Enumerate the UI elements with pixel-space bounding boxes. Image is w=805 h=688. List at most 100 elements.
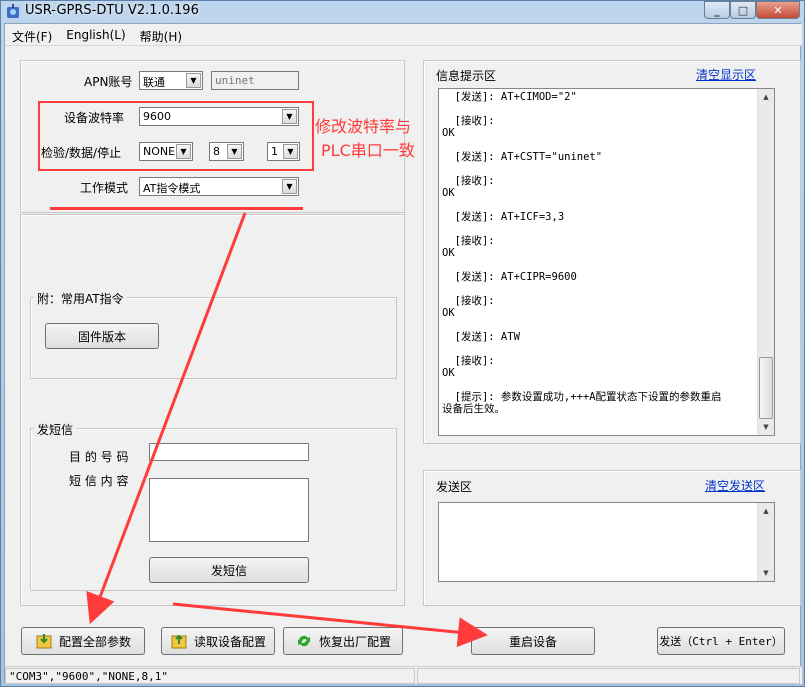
apn-carrier-value: 联通 (143, 76, 165, 89)
restart-device-button[interactable]: 重启设备 (471, 627, 595, 655)
read-config-button[interactable]: 读取设备配置 (161, 627, 275, 655)
sms-number-input[interactable] (149, 443, 309, 461)
parity-value: NONE (143, 145, 176, 158)
chevron-down-icon: ▼ (282, 109, 297, 124)
log-line: 设备后生效。 (442, 403, 505, 415)
log-content: [发送]: AT+CIMOD="2" [接收]: OK [发送]: AT+CSTT… (442, 91, 758, 415)
window-title: USR-GPRS-DTU V2.1.0.196 (25, 3, 199, 18)
menu-bar: 文件(F) English(L) 帮助(H) (5, 24, 802, 46)
title-bar[interactable]: USR-GPRS-DTU V2.1.0.196 _ □ ✕ (1, 1, 805, 23)
log-scrollbar[interactable]: ▲ ▼ (757, 89, 774, 435)
scroll-down-icon[interactable]: ▼ (758, 419, 774, 435)
annotation-line1: 修改波特率与 (315, 117, 412, 136)
chevron-down-icon: ▼ (282, 179, 297, 194)
import-icon (36, 634, 52, 649)
log-line: [接收]: (442, 115, 495, 127)
config-all-button[interactable]: 配置全部参数 (21, 627, 145, 655)
mode-select[interactable]: AT指令模式 ▼ (139, 177, 299, 196)
stopbits-value: 1 (271, 145, 278, 158)
parity-select[interactable]: NONE ▼ (139, 142, 193, 161)
databits-value: 8 (213, 145, 220, 158)
send-sms-button[interactable]: 发短信 (149, 557, 309, 583)
log-line: [接收]: (442, 235, 495, 247)
scroll-down-icon[interactable]: ▼ (758, 565, 774, 581)
baud-value: 9600 (143, 110, 171, 123)
baud-select[interactable]: 9600 ▼ (139, 107, 299, 126)
scroll-up-icon[interactable]: ▲ (758, 503, 774, 519)
sms-content-label: 短 信 内 容 (69, 474, 129, 488)
restore-factory-button[interactable]: 恢复出厂配置 (283, 627, 403, 655)
config-all-label: 配置全部参数 (58, 634, 131, 649)
menu-help[interactable]: 帮助(H) (133, 24, 189, 46)
mode-label: 工作模式 (80, 181, 129, 195)
chevron-down-icon: ▼ (227, 144, 242, 159)
annotation-line2: PLC串口一致 (321, 141, 415, 160)
info-log[interactable]: [发送]: AT+CIMOD="2" [接收]: OK [发送]: AT+CSTT… (438, 88, 775, 436)
log-line: [提示]: 参数设置成功,+++A配置状态下设置的参数重启 (442, 391, 722, 403)
chevron-down-icon: ▼ (176, 144, 191, 159)
maximize-button[interactable]: □ (730, 1, 756, 19)
minimize-button[interactable]: _ (704, 1, 730, 19)
log-line: OK (442, 187, 455, 199)
log-line: OK (442, 247, 455, 259)
log-line: [接收]: (442, 355, 495, 367)
databits-select[interactable]: 8 ▼ (209, 142, 244, 161)
clear-send-link[interactable]: 清空发送区 (705, 477, 765, 494)
log-line: OK (442, 307, 455, 319)
stopbits-select[interactable]: 1 ▼ (267, 142, 300, 161)
mode-value: AT指令模式 (143, 182, 201, 195)
at-commands-title: 附：常用AT指令 (34, 290, 127, 307)
log-line: [接收]: (442, 295, 495, 307)
menu-file[interactable]: 文件(F) (5, 24, 59, 46)
export-icon (171, 634, 187, 649)
send-title: 发送区 (436, 480, 473, 494)
log-line: OK (442, 367, 455, 379)
client-area: 文件(F) English(L) 帮助(H) APN账号 联通 ▼ uninet … (4, 23, 802, 684)
menu-english[interactable]: English(L) (59, 24, 132, 46)
send-button[interactable]: 发送（Ctrl + Enter） (657, 627, 785, 655)
apn-label: APN账号 (84, 75, 133, 89)
read-config-label: 读取设备配置 (193, 634, 266, 649)
sms-title: 发短信 (34, 421, 77, 438)
info-title: 信息提示区 (436, 69, 497, 83)
refresh-icon (297, 635, 310, 647)
sms-number-label: 目 的 号 码 (69, 450, 129, 464)
clear-display-link[interactable]: 清空显示区 (696, 66, 756, 83)
close-button[interactable]: ✕ (756, 1, 800, 19)
status-pane-2 (417, 668, 800, 684)
apn-carrier-select[interactable]: 联通 ▼ (139, 71, 203, 90)
log-line: OK (442, 127, 455, 139)
log-line: [发送]: AT+CIMOD="2" (442, 91, 577, 103)
sms-content-input[interactable] (149, 478, 309, 542)
status-text: "COM3","9600","NONE,8,1" (5, 668, 415, 684)
log-line: [接收]: (442, 175, 495, 187)
chevron-down-icon: ▼ (186, 73, 201, 88)
status-bar: "COM3","9600","NONE,8,1" (5, 666, 802, 684)
firmware-version-button[interactable]: 固件版本 (45, 323, 159, 349)
app-icon (7, 4, 19, 18)
apn-input[interactable]: uninet (211, 71, 299, 90)
log-line: [发送]: ATW (442, 331, 520, 343)
send-scrollbar[interactable]: ▲ ▼ (757, 503, 774, 581)
mode-underline (50, 207, 303, 210)
scroll-up-icon[interactable]: ▲ (758, 89, 774, 105)
chevron-down-icon: ▼ (283, 144, 298, 159)
send-input[interactable]: ▲ ▼ (438, 502, 775, 582)
restore-factory-label: 恢复出厂配置 (318, 634, 391, 649)
log-line: [发送]: AT+ICF=3,3 (442, 211, 565, 223)
log-line: [发送]: AT+CIPR=9600 (442, 271, 577, 283)
scroll-thumb[interactable] (759, 357, 773, 419)
baud-label: 设备波特率 (64, 111, 125, 125)
log-line: [发送]: AT+CSTT="uninet" (442, 151, 603, 163)
parity-label: 检验/数据/停止 (41, 146, 122, 160)
